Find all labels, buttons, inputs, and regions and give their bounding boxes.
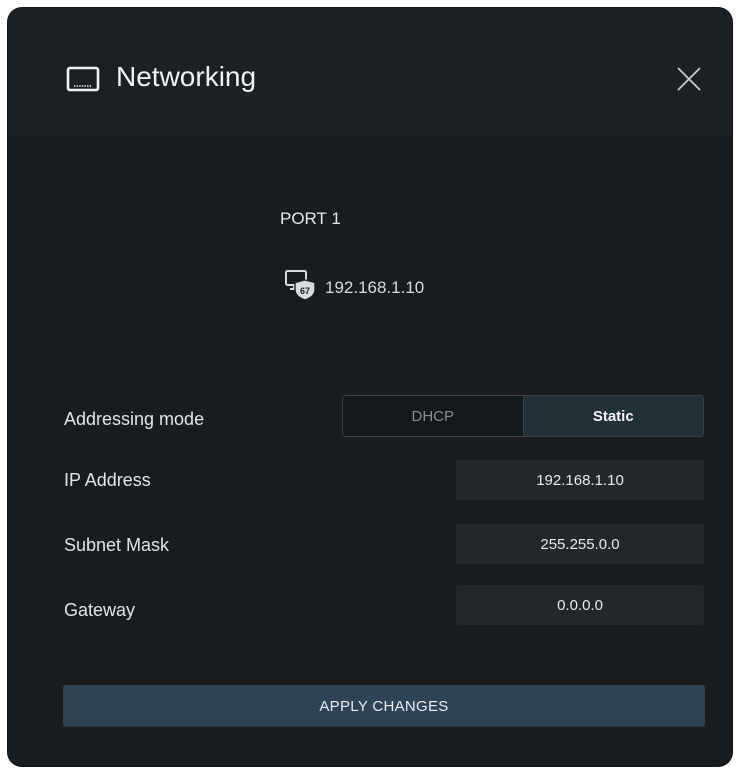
addressing-mode-label: Addressing mode (64, 409, 205, 429)
gateway-label: Gateway (64, 600, 136, 620)
subnet-mask-label: Subnet Mask (64, 535, 170, 555)
network-port-icon (66, 66, 100, 92)
ip-address-field[interactable] (456, 460, 704, 500)
port-badge: 67 (300, 286, 310, 296)
dialog-header: Networking (8, 8, 732, 136)
networking-dialog: Networking PORT 1 67 192.168.1.10 Addres… (8, 8, 732, 766)
port-name: PORT 1 (280, 209, 341, 228)
ip-address-label: IP Address (64, 470, 151, 490)
apply-changes-button[interactable]: APPLY CHANGES (63, 685, 705, 727)
monitor-shield-icon: 67 (285, 270, 316, 301)
gateway-field[interactable] (456, 585, 704, 625)
dhcp-option[interactable]: DHCP (343, 396, 524, 436)
dialog-title: Networking (116, 61, 257, 92)
static-option[interactable]: Static (523, 396, 703, 436)
close-icon[interactable] (674, 64, 704, 94)
subnet-mask-field[interactable] (456, 524, 704, 564)
addressing-mode-toggle: DHCP Static (342, 395, 704, 437)
port-ip: 192.168.1.10 (325, 278, 425, 297)
